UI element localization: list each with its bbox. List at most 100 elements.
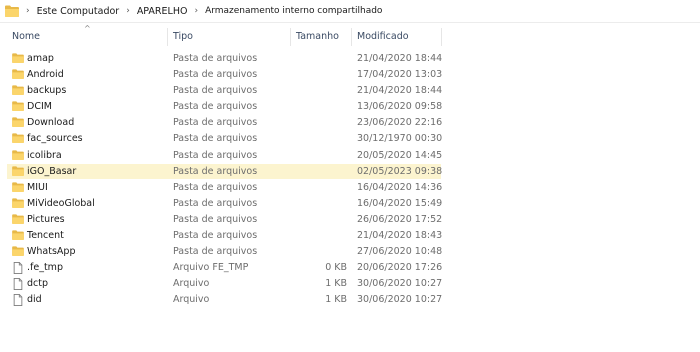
folder-icon xyxy=(12,101,24,112)
folder-icon xyxy=(12,230,24,241)
file-row[interactable]: icolibra Pasta de arquivos 20/05/2020 14:4… xyxy=(0,148,700,164)
file-type: Pasta de arquivos xyxy=(173,230,258,242)
file-type: Pasta de arquivos xyxy=(173,165,258,177)
file-modified: 21/04/2020 18:44 xyxy=(357,85,443,97)
file-row[interactable]: WhatsApp Pasta de arquivos 27/06/2020 10:4… xyxy=(0,244,700,260)
file-name: amap xyxy=(27,53,54,64)
file-modified: 30/06/2020 10:27 xyxy=(357,278,443,290)
file-modified: 23/06/2020 22:16 xyxy=(357,117,443,129)
file-modified: 20/06/2020 17:26 xyxy=(357,262,443,274)
file-type: Arquivo xyxy=(173,278,210,290)
folder-icon xyxy=(5,5,19,17)
file-type: Pasta de arquivos xyxy=(173,246,258,258)
file-name: Tencent xyxy=(27,230,64,242)
file-row[interactable]: iGO_Basar Pasta de arquivos 02/05/2023 09:… xyxy=(0,163,700,180)
column-header: Nome ^ Tipo Tamanho Modificado xyxy=(0,24,700,50)
chevron-right-icon[interactable]: › xyxy=(126,6,130,16)
file-modified: 20/05/2020 14:45 xyxy=(357,149,443,161)
file-row[interactable]: amap Pasta de arquivos 21/04/2020 18:44 xyxy=(0,51,700,67)
folder-icon xyxy=(12,166,24,176)
folder-icon xyxy=(12,133,24,144)
column-header-size[interactable]: Tamanho xyxy=(296,31,339,42)
file-modified: 17/04/2020 13:03 xyxy=(357,69,443,81)
column-divider[interactable] xyxy=(441,28,442,46)
file-icon xyxy=(12,294,24,307)
file-size: 0 KB xyxy=(325,262,347,274)
breadcrumb-item[interactable]: APARELHO xyxy=(137,6,188,17)
breadcrumb-item[interactable]: Este Computador xyxy=(37,6,120,17)
file-type: Pasta de arquivos xyxy=(173,69,258,81)
file-modified: 21/04/2020 18:44 xyxy=(357,53,443,64)
file-icon xyxy=(12,278,24,291)
file-row[interactable]: Tencent Pasta de arquivos 21/04/2020 18:43 xyxy=(0,228,700,244)
file-name: iGO_Basar xyxy=(27,165,77,177)
file-modified: 16/04/2020 15:49 xyxy=(357,197,443,209)
file-type: Pasta de arquivos xyxy=(173,213,258,225)
column-header-modified[interactable]: Modificado xyxy=(357,31,409,42)
file-type: Pasta de arquivos xyxy=(173,133,258,145)
folder-icon xyxy=(12,53,24,63)
file-name: dctp xyxy=(27,278,49,290)
file-row[interactable]: dctp Arquivo 1 KB 30/06/2020 10:27 xyxy=(0,276,700,292)
file-type: Pasta de arquivos xyxy=(173,181,258,193)
file-name: DCIM xyxy=(27,101,52,113)
column-divider[interactable] xyxy=(351,28,352,46)
file-row[interactable]: did Arquivo 1 KB 30/06/2020 10:27 xyxy=(0,292,700,308)
file-name: backups xyxy=(27,85,67,97)
folder-icon xyxy=(12,69,24,80)
folder-icon xyxy=(12,85,24,96)
file-type: Pasta de arquivos xyxy=(173,197,258,209)
file-row[interactable]: Download Pasta de arquivos 23/06/2020 22:1… xyxy=(0,115,700,131)
column-header-name[interactable]: Nome xyxy=(12,31,40,42)
folder-icon xyxy=(12,182,24,192)
file-size: 1 KB xyxy=(325,294,347,306)
column-divider[interactable] xyxy=(167,28,168,46)
file-type: Arquivo FE_TMP xyxy=(173,262,249,274)
column-divider[interactable] xyxy=(290,28,291,46)
file-name: MIUI xyxy=(27,181,48,193)
file-modified: 02/05/2023 09:38 xyxy=(357,165,443,177)
folder-icon xyxy=(12,214,24,224)
address-breadcrumb[interactable]: › Este Computador › APARELHO › Armazenam… xyxy=(0,0,700,23)
file-row[interactable]: MIUI Pasta de arquivos 16/04/2020 14:36 xyxy=(0,180,700,196)
folder-icon xyxy=(12,117,24,128)
file-type: Pasta de arquivos xyxy=(173,117,258,129)
column-header-type[interactable]: Tipo xyxy=(173,31,193,42)
file-row[interactable]: backups Pasta de arquivos 21/04/2020 18:44 xyxy=(0,83,700,99)
file-list: amap Pasta de arquivos 21/04/2020 18:44 And… xyxy=(0,51,700,309)
file-name: WhatsApp xyxy=(27,246,76,258)
file-name: did xyxy=(27,294,42,306)
chevron-right-icon: › xyxy=(26,6,30,16)
file-icon xyxy=(12,262,24,275)
file-row[interactable]: MiVideoGlobal Pasta de arquivos 16/04/2020… xyxy=(0,196,700,212)
file-modified: 21/04/2020 18:43 xyxy=(357,230,443,242)
file-row[interactable]: DCIM Pasta de arquivos 13/06/2020 09:58 xyxy=(0,99,700,115)
file-type: Pasta de arquivos xyxy=(173,53,258,64)
file-name: .fe_tmp xyxy=(27,262,63,274)
file-name: Download xyxy=(27,117,75,129)
file-name: Android xyxy=(27,69,64,81)
file-type: Arquivo xyxy=(173,294,210,306)
file-modified: 27/06/2020 10:48 xyxy=(357,246,443,258)
file-modified: 26/06/2020 17:52 xyxy=(357,213,443,225)
file-size: 1 KB xyxy=(325,278,347,290)
folder-icon xyxy=(12,246,24,257)
file-modified: 13/06/2020 09:58 xyxy=(357,101,443,113)
folder-icon xyxy=(12,198,24,208)
file-row[interactable]: Pictures Pasta de arquivos 26/06/2020 17:5… xyxy=(0,212,700,228)
chevron-right-icon[interactable]: › xyxy=(194,6,198,16)
file-row[interactable]: .fe_tmp Arquivo FE_TMP 0 KB 20/06/2020 17:2… xyxy=(0,260,700,276)
file-modified: 30/12/1970 00:30 xyxy=(357,133,443,145)
file-name: fac_sources xyxy=(27,133,83,145)
folder-icon xyxy=(12,149,24,160)
file-type: Pasta de arquivos xyxy=(173,85,258,97)
file-row[interactable]: Android Pasta de arquivos 17/04/2020 13:03 xyxy=(0,67,700,83)
breadcrumb-item[interactable]: Armazenamento interno compartilhado xyxy=(205,6,382,16)
file-type: Pasta de arquivos xyxy=(173,101,258,113)
file-type: Pasta de arquivos xyxy=(173,149,258,161)
file-row[interactable]: fac_sources Pasta de arquivos 30/12/1970 0… xyxy=(0,131,700,147)
file-name: MiVideoGlobal xyxy=(27,197,95,209)
file-name: icolibra xyxy=(27,149,62,161)
file-name: Pictures xyxy=(27,213,65,225)
sort-ascending-icon: ^ xyxy=(84,24,91,33)
